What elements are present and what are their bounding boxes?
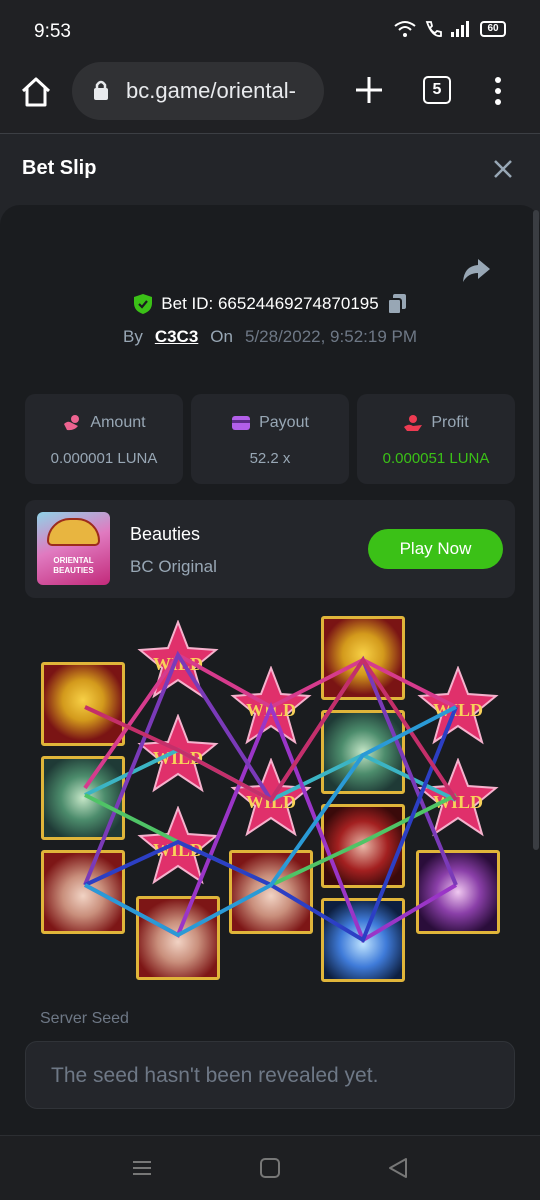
- url-text: bc.game/oriental-: [126, 78, 296, 103]
- play-now-button[interactable]: Play Now: [368, 529, 503, 569]
- new-tab-icon[interactable]: [352, 73, 386, 107]
- signal-icon: [451, 21, 469, 37]
- status-icons: 60: [394, 20, 506, 38]
- recent-apps-icon[interactable]: [130, 1156, 154, 1180]
- bet-id: Bet ID: 66524469274870195: [161, 294, 379, 313]
- bet-slip-header: Bet Slip: [0, 135, 540, 205]
- game-thumbnail-text: ORIENTAL BEAUTIES: [53, 556, 94, 575]
- scrollbar[interactable]: [533, 210, 539, 850]
- game-name: Beauties: [130, 524, 201, 544]
- game-thumbnail[interactable]: ORIENTAL BEAUTIES: [37, 512, 110, 585]
- more-options-icon[interactable]: [488, 76, 508, 106]
- amount-icon: [64, 415, 80, 431]
- profit-stat: Profit 0.000051 LUNA: [357, 394, 515, 484]
- bet-id-row: Bet ID: 66524469274870195: [0, 293, 540, 315]
- profit-stat-label: Profit: [357, 414, 515, 432]
- server-seed-field[interactable]: The seed hasn't been revealed yet.: [25, 1041, 515, 1109]
- user-link[interactable]: C3C3: [155, 327, 198, 347]
- close-icon[interactable]: [491, 157, 515, 181]
- wallet-icon: [232, 416, 251, 430]
- profit-value: 0.000051 LUNA: [382, 450, 490, 467]
- game-row: ORIENTAL BEAUTIES Beauties BC Original P…: [25, 500, 515, 598]
- by-label: By: [122, 327, 143, 346]
- bet-author-row: By C3C3 On 5/28/2022, 9:52:19 PM: [0, 327, 540, 347]
- verified-shield-icon: [134, 294, 153, 314]
- payout-label: Payout: [259, 414, 309, 431]
- payout-stat-label: Payout: [191, 414, 349, 432]
- call-icon: [425, 21, 442, 37]
- copy-icon[interactable]: [386, 293, 407, 315]
- status-bar: 9:53 60: [0, 0, 540, 62]
- share-icon[interactable]: [460, 255, 492, 285]
- on-label: On: [210, 327, 233, 346]
- bet-date: 5/28/2022, 9:52:19 PM: [244, 327, 418, 346]
- payout-stat: Payout 52.2 x: [191, 394, 349, 484]
- page-title: Bet Slip: [22, 157, 97, 179]
- reels-result: WILD WILD WILD WILD WILD WILD WILD: [30, 610, 510, 990]
- profit-icon: [404, 415, 423, 431]
- home-icon[interactable]: [18, 74, 54, 110]
- amount-value: 0.000001 LUNA: [50, 450, 158, 467]
- game-provider: BC Original: [130, 557, 217, 576]
- url-bar[interactable]: bc.game/oriental-: [72, 62, 324, 120]
- server-seed-label: Server Seed: [40, 1010, 129, 1027]
- fan-icon: [47, 518, 100, 546]
- tab-switcher-button[interactable]: 5: [423, 76, 451, 104]
- paylines: [83, 650, 458, 943]
- status-time: 9:53: [34, 21, 71, 42]
- back-icon[interactable]: [386, 1156, 410, 1180]
- lock-icon: [94, 80, 108, 100]
- home-nav-icon[interactable]: [258, 1156, 282, 1180]
- amount-stat: Amount 0.000001 LUNA: [25, 394, 183, 484]
- profit-label: Profit: [431, 414, 469, 431]
- payout-value: 52.2 x: [249, 450, 291, 467]
- wifi-icon: [394, 21, 416, 37]
- amount-stat-label: Amount: [25, 414, 183, 432]
- browser-toolbar: bc.game/oriental- 5: [0, 62, 540, 134]
- battery-icon: 60: [480, 21, 506, 37]
- bet-details-card: Bet ID: 66524469274870195 By C3C3 On 5/2…: [0, 205, 540, 1135]
- amount-label: Amount: [90, 414, 146, 431]
- system-nav-bar: [0, 1135, 540, 1200]
- server-seed-value: The seed hasn't been revealed yet.: [51, 1064, 379, 1087]
